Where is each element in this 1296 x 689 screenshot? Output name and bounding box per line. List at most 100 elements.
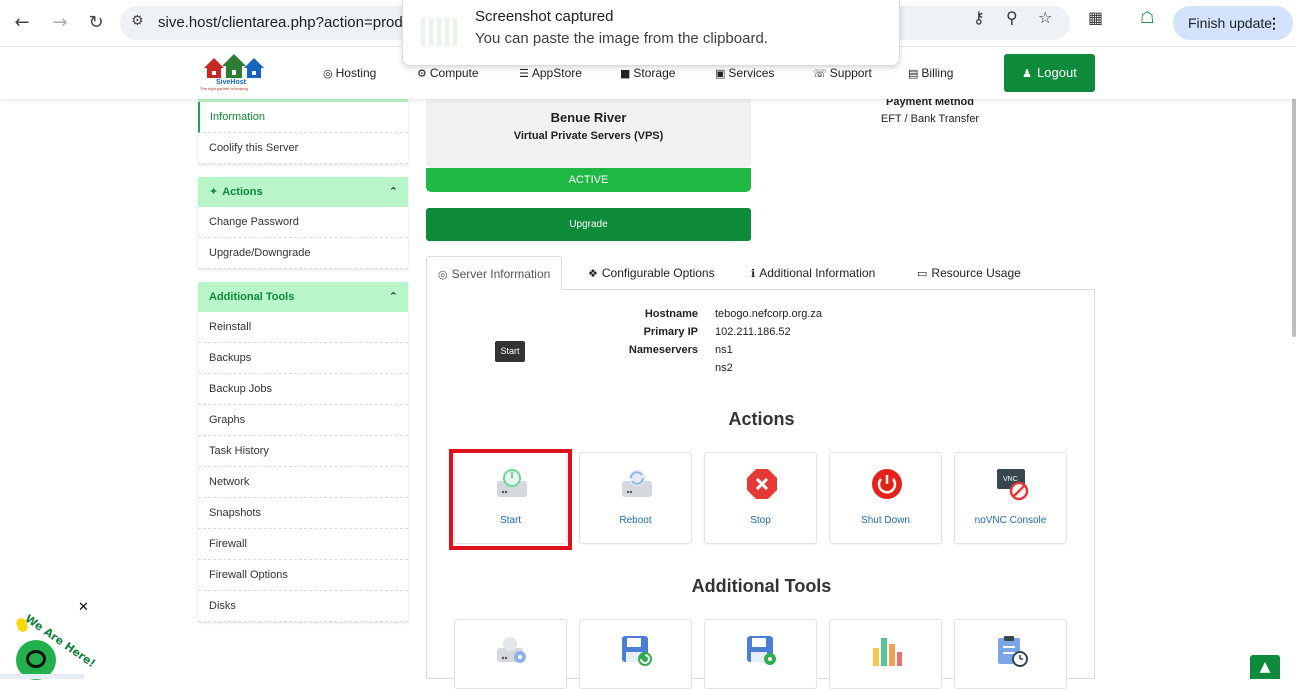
screenshot-toast: Screenshot captured You can paste the im… [402, 0, 900, 66]
tab-additional-information[interactable]: ℹ Additional Information [751, 256, 875, 290]
profile-avatar-icon[interactable]: ☖ [1140, 8, 1154, 27]
gift-icon: ▣ [715, 67, 726, 80]
info-icon: ℹ [751, 267, 756, 280]
screenshot-thumbnail[interactable] [421, 18, 461, 46]
reload-icon[interactable]: ↻ [84, 11, 108, 35]
close-icon[interactable]: ✕ [78, 600, 89, 615]
sidebar-actions-panel: ✦ Actions ⌃ Change Password Upgrade/Downgr… [198, 177, 408, 269]
highlight-annotation [449, 449, 572, 550]
sidebar-item-backup-jobs[interactable]: Backup Jobs [198, 374, 408, 405]
nav-hosting[interactable]: ◎ Hosting [323, 66, 376, 80]
site-settings-icon[interactable]: ⚙ [131, 13, 144, 29]
product-group: Virtual Private Servers (VPS) [513, 130, 664, 142]
actions-panel-title: Actions [222, 186, 263, 198]
nameserver-2: ns2 [715, 362, 733, 374]
headset-icon: ☏ [813, 67, 827, 80]
server-gear-icon [497, 637, 526, 663]
nameserver-1: ns1 [715, 344, 733, 356]
tab-server-information[interactable]: ◎ Server Information [426, 256, 563, 290]
key-icon[interactable]: ⚷ [973, 8, 985, 27]
sidebar-item-upgrade-downgrade[interactable]: Upgrade/Downgrade [198, 238, 408, 269]
sidebar-item-reinstall[interactable]: Reinstall [198, 312, 408, 343]
logo-text: SiveHost [216, 79, 246, 86]
finish-update-label: Finish update [1188, 15, 1273, 31]
scroll-top-rocket-icon[interactable]: ▲ [1250, 655, 1280, 679]
nav-support[interactable]: ☏ Support [813, 66, 872, 80]
nav-billing[interactable]: ▤ Billing [908, 66, 953, 80]
tab-configurable-options-label: Configurable Options [601, 266, 715, 280]
sidebar-overview-panel: Information Coolify this Server [198, 99, 408, 164]
bookmark-star-icon[interactable]: ☆ [1038, 8, 1052, 27]
actions-panel-header[interactable]: ✦ Actions ⌃ [198, 177, 408, 207]
back-icon[interactable]: ← [10, 11, 34, 35]
info-tabs: ◎ Server Information ❖ Configurable Option… [426, 256, 1095, 290]
sidebar: Information Coolify this Server ✦ Actions… [198, 99, 408, 622]
chevron-up-icon[interactable]: ⌃ [389, 177, 398, 207]
database-icon: ☰ [519, 67, 529, 80]
nav-storage[interactable]: ■ Storage [620, 66, 675, 80]
sivehost-logo[interactable]: SiveHost The right partner in hosting. [200, 52, 270, 94]
invoice-icon: ▤ [908, 67, 919, 80]
novnc-console-button[interactable]: VNC noVNC Console [954, 452, 1067, 544]
power-icon [872, 469, 902, 499]
nav-compute[interactable]: ⚙ Compute [417, 66, 479, 80]
hostname-label: Hostname [644, 308, 698, 320]
chevron-up-icon[interactable]: ⌃ [389, 282, 398, 312]
tools-panel-header[interactable]: Additional Tools ⌃ [198, 282, 408, 312]
nav-support-label: Support [829, 66, 872, 80]
finish-update-button[interactable]: Finish update ⋮ [1173, 6, 1293, 40]
reboot-label: Reboot [619, 515, 652, 526]
floppy-gear-icon [747, 636, 776, 665]
svg-text:VNC: VNC [1003, 476, 1018, 483]
product-card: Benue River Virtual Private Servers (VPS… [426, 99, 751, 168]
tab-configurable-options[interactable]: ❖ Configurable Options [588, 256, 715, 290]
stop-sign-icon [747, 469, 777, 499]
sidebar-item-firewall-options[interactable]: Firewall Options [198, 560, 408, 591]
nav-appstore-label: AppStore [531, 66, 582, 80]
sidebar-item-change-password[interactable]: Change Password [198, 207, 408, 238]
reboot-button[interactable]: Reboot [579, 452, 692, 544]
sidebar-item-snapshots[interactable]: Snapshots [198, 498, 408, 529]
novnc-console-label: noVNC Console [974, 515, 1047, 526]
menu-dots-icon[interactable]: ⋮ [1267, 6, 1281, 40]
server-reboot-icon [622, 470, 652, 497]
sidebar-item-firewall[interactable]: Firewall [198, 529, 408, 560]
toast-message: You can paste the image from the clipboa… [475, 30, 768, 47]
extensions-icon[interactable]: ▦ [1088, 8, 1103, 27]
forward-icon[interactable]: → [48, 11, 72, 35]
stop-label: Stop [750, 515, 771, 526]
primary-ip-label: Primary IP [643, 326, 698, 338]
tab-resource-usage-label: Resource Usage [931, 266, 1021, 280]
bar-graph-icon [873, 638, 902, 666]
box-icon: ■ [620, 67, 631, 80]
shut-down-button[interactable]: Shut Down [829, 452, 942, 544]
tools-panel-title: Additional Tools [209, 291, 295, 303]
nav-services[interactable]: ▣ Services [715, 66, 774, 80]
sidebar-item-disks[interactable]: Disks [198, 591, 408, 622]
sidebar-item-graphs[interactable]: Graphs [198, 405, 408, 436]
sidebar-item-task-history[interactable]: Task History [198, 436, 408, 467]
tab-additional-information-label: Additional Information [759, 266, 876, 280]
user-icon: ♟ [1022, 67, 1033, 80]
nav-appstore[interactable]: ☰ AppStore [519, 66, 582, 80]
zoom-icon[interactable]: ⚲ [1006, 8, 1018, 27]
upgrade-button[interactable]: Upgrade [426, 208, 751, 241]
product-name: Benue River [550, 110, 627, 125]
sidebar-item-network[interactable]: Network [198, 467, 408, 498]
logout-button[interactable]: ♟ Logout [1004, 54, 1095, 92]
sidebar-item-backups[interactable]: Backups [198, 343, 408, 374]
sidebar-item-coolify[interactable]: Coolify this Server [198, 133, 408, 164]
shut-down-label: Shut Down [861, 515, 910, 526]
status-strip [0, 674, 84, 679]
vnc-monitor-icon: VNC [997, 469, 1029, 501]
sidebar-item-information[interactable]: Information [198, 102, 408, 133]
globe-icon: ◎ [438, 268, 448, 281]
actions-heading: Actions [728, 409, 795, 429]
tab-resource-usage[interactable]: ▭ Resource Usage [917, 256, 1021, 290]
cubes-icon: ❖ [588, 267, 598, 280]
url-text[interactable]: sive.host/clientarea.php?action=produc [158, 14, 419, 31]
primary-ip-value: 102.211.186.52 [715, 326, 791, 338]
stop-button[interactable]: Stop [704, 452, 817, 544]
hostname-value: tebogo.nefcorp.org.za [715, 308, 823, 320]
nav-hosting-label: Hosting [335, 66, 377, 80]
